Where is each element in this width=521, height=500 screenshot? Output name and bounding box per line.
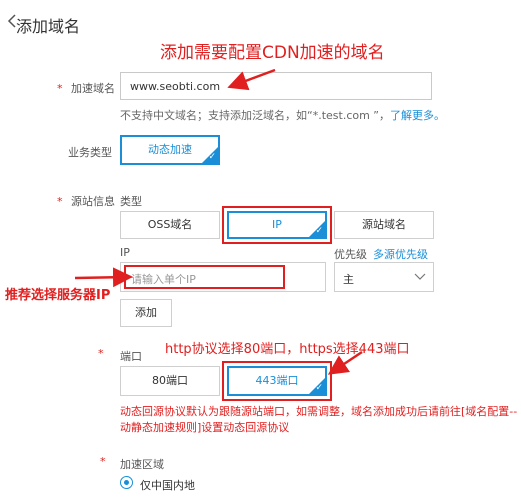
arrow-to-ip-input — [74, 267, 133, 288]
arrow-to-443 — [327, 350, 363, 375]
annotation-arrows — [74, 68, 363, 375]
arrow-to-domain-input — [227, 68, 276, 91]
